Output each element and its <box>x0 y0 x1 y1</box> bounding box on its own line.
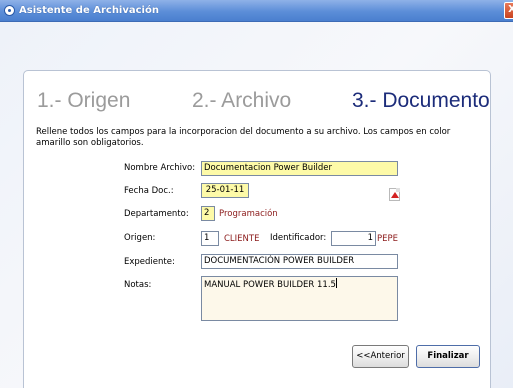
title-bar: Asistente de Archivación X <box>0 0 513 22</box>
nombre-archivo-field[interactable]: Documentacion Power Builder <box>201 161 398 176</box>
wizard-panel: 1.- Origen 2.- Archivo 3.- Documento Rel… <box>23 70 491 388</box>
origen-name: CLIENTE <box>224 234 260 244</box>
fecha-doc-label: Fecha Doc.: <box>124 186 174 196</box>
expediente-label: Expediente: <box>124 257 175 267</box>
departamento-name: Programación <box>219 209 278 219</box>
step-documento: 3.- Documento <box>352 89 490 112</box>
step-archivo: 2.- Archivo <box>192 89 292 112</box>
window-title: Asistente de Archivación <box>19 5 159 16</box>
nombre-archivo-label: Nombre Archivo: <box>124 163 196 173</box>
finalizar-button[interactable]: Finalizar <box>416 345 480 368</box>
pdf-icon[interactable] <box>389 188 400 201</box>
origen-code-field[interactable]: 1 <box>201 231 219 246</box>
step-origen: 1.- Origen <box>37 89 131 112</box>
anterior-button[interactable]: <<Anterior <box>352 345 409 368</box>
wizard-icon <box>4 5 15 16</box>
close-button[interactable]: X <box>504 2 513 19</box>
identificador-code-field[interactable]: 1 <box>331 231 376 246</box>
identificador-name: PEPE <box>377 234 398 244</box>
window-body: 1.- Origen 2.- Archivo 3.- Documento Rel… <box>0 22 513 388</box>
text-caret <box>335 278 337 288</box>
departamento-label: Departamento: <box>124 209 189 219</box>
identificador-label: Identificador: <box>270 233 327 243</box>
expediente-field[interactable]: DOCUMENTACIÓN POWER BUILDER <box>201 254 398 269</box>
origen-label: Origen: <box>124 233 156 243</box>
instructions-text: Rellene todos los campos para la incorpo… <box>36 127 451 148</box>
departamento-code-field[interactable]: 2 <box>201 206 215 221</box>
notas-label: Notas: <box>124 280 152 290</box>
notas-value: MANUAL POWER BUILDER 11.5 <box>204 280 336 290</box>
fecha-doc-field[interactable]: 25-01-11 <box>201 183 249 198</box>
notas-field[interactable]: MANUAL POWER BUILDER 11.5 <box>201 276 398 321</box>
